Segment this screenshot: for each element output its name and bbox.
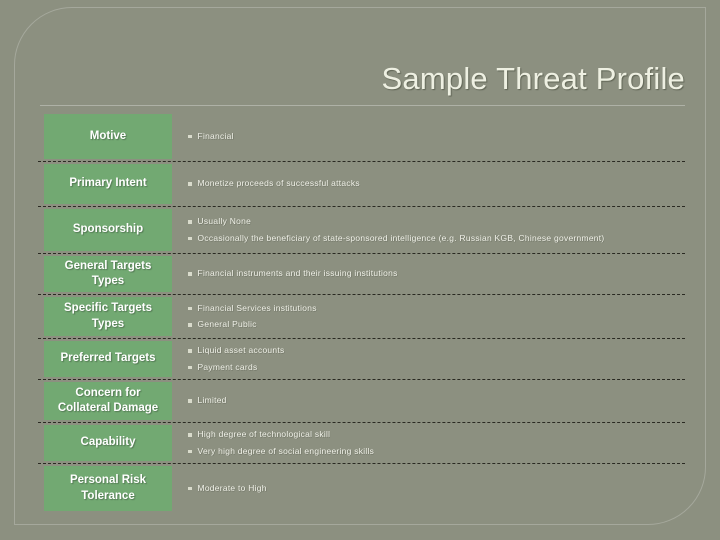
- square-bullet-icon: [188, 220, 192, 224]
- square-bullet-icon: [188, 323, 192, 327]
- row-content-cell: Monetize proceeds of successful attacks: [178, 162, 685, 206]
- row-label-cell: Specific Targets Types: [38, 295, 178, 338]
- bullet-text: Limited: [197, 395, 227, 406]
- bullet-text: Monetize proceeds of successful attacks: [197, 178, 360, 189]
- bullet-item: Moderate to High: [188, 480, 679, 496]
- row-content-cell: Limited: [178, 380, 685, 422]
- page-title: Sample Threat Profile: [381, 61, 685, 96]
- bullet-text: Liquid asset accounts: [197, 345, 285, 356]
- row-label: Preferred Targets: [44, 341, 172, 377]
- row-label: Concern for Collateral Damage: [44, 382, 172, 420]
- row-label: Personal Risk Tolerance: [44, 466, 172, 511]
- row-content-cell: Moderate to High: [178, 464, 685, 513]
- bullet-item: General Public: [188, 317, 679, 333]
- bullet-text: General Public: [197, 319, 257, 329]
- bullet-text: Moderate to High: [197, 482, 267, 493]
- row-content-cell: Financial instruments and their issuing …: [178, 254, 685, 294]
- row-label: Sponsorship: [44, 209, 172, 251]
- row-label-cell: Capability: [38, 423, 178, 463]
- table-row: Personal Risk Tolerance Moderate to High: [38, 464, 685, 513]
- bullet-text: Very high degree of social engineering s…: [197, 445, 375, 456]
- square-bullet-icon: [188, 365, 192, 369]
- row-label-cell: Sponsorship: [38, 207, 178, 253]
- bullet-text: High degree of technological skill: [197, 429, 331, 440]
- square-bullet-icon: [188, 399, 192, 403]
- row-label-cell: Primary Intent: [38, 162, 178, 206]
- title-block: Sample Threat Profile: [40, 61, 685, 107]
- table-row: Motive Financial: [38, 112, 685, 162]
- bullet-item: Very high degree of social engineering s…: [188, 443, 679, 459]
- row-label: Specific Targets Types: [44, 297, 172, 336]
- row-label-cell: Personal Risk Tolerance: [38, 464, 178, 513]
- row-label-cell: Motive: [38, 112, 178, 161]
- row-label-cell: Preferred Targets: [38, 339, 178, 379]
- threat-profile-table: Motive Financial Primary Intent Monetize pr…: [38, 112, 685, 513]
- table-row: General Targets Types Financial instrumen…: [38, 254, 685, 295]
- row-label: Primary Intent: [44, 164, 172, 204]
- bullet-text: Financial instruments and their issuing …: [197, 268, 398, 279]
- bullet-item: Limited: [188, 393, 679, 409]
- bullet-item: Financial: [188, 128, 679, 144]
- title-underline-rule: [40, 105, 685, 107]
- square-bullet-icon: [188, 306, 192, 311]
- table-row: Specific Targets Types Financial Services…: [38, 295, 685, 339]
- bullet-item: Occasionally the beneficiary of state-sp…: [188, 230, 679, 246]
- table-row: Primary Intent Monetize proceeds of succe…: [38, 162, 685, 207]
- bullet-item: Monetize proceeds of successful attacks: [188, 176, 679, 192]
- square-bullet-icon: [188, 272, 192, 276]
- bullet-item: Liquid asset accounts: [188, 343, 679, 359]
- square-bullet-icon: [188, 182, 192, 186]
- row-content-cell: High degree of technological skill Very h…: [178, 423, 685, 463]
- row-label-cell: General Targets Types: [38, 254, 178, 294]
- bullet-text: Occasionally the beneficiary of state-sp…: [197, 232, 605, 243]
- square-bullet-icon: [188, 449, 192, 453]
- bullet-item: Financial Services institutions: [188, 300, 679, 316]
- bullet-item: Usually None: [188, 214, 679, 230]
- row-label: Capability: [44, 425, 172, 461]
- row-content-cell: Usually None Occasionally the beneficiary…: [178, 207, 685, 253]
- bullet-text: Usually None: [197, 216, 252, 227]
- bullet-text: Payment cards: [197, 361, 258, 372]
- square-bullet-icon: [188, 134, 192, 139]
- table-row: Sponsorship Usually None Occasionally the …: [38, 207, 685, 254]
- square-bullet-icon: [188, 433, 192, 437]
- bullet-item: Payment cards: [188, 359, 679, 375]
- row-label-cell: Concern for Collateral Damage: [38, 380, 178, 422]
- row-content-cell: Financial Services institutions General P…: [178, 295, 685, 338]
- square-bullet-icon: [188, 236, 192, 240]
- bullet-item: Financial instruments and their issuing …: [188, 266, 679, 282]
- bullet-text: Financial: [197, 130, 234, 141]
- table-row: Capability High degree of technological s…: [38, 423, 685, 464]
- row-content-cell: Financial: [178, 112, 685, 161]
- table-row: Concern for Collateral Damage Limited: [38, 380, 685, 423]
- square-bullet-icon: [188, 349, 192, 353]
- row-label: Motive: [44, 114, 172, 159]
- bullet-text: Financial Services institutions: [197, 302, 317, 313]
- row-content-cell: Liquid asset accounts Payment cards: [178, 339, 685, 379]
- table-row: Preferred Targets Liquid asset accounts Pa…: [38, 339, 685, 380]
- bullet-item: High degree of technological skill: [188, 427, 679, 443]
- row-label: General Targets Types: [44, 256, 172, 292]
- square-bullet-icon: [188, 486, 192, 491]
